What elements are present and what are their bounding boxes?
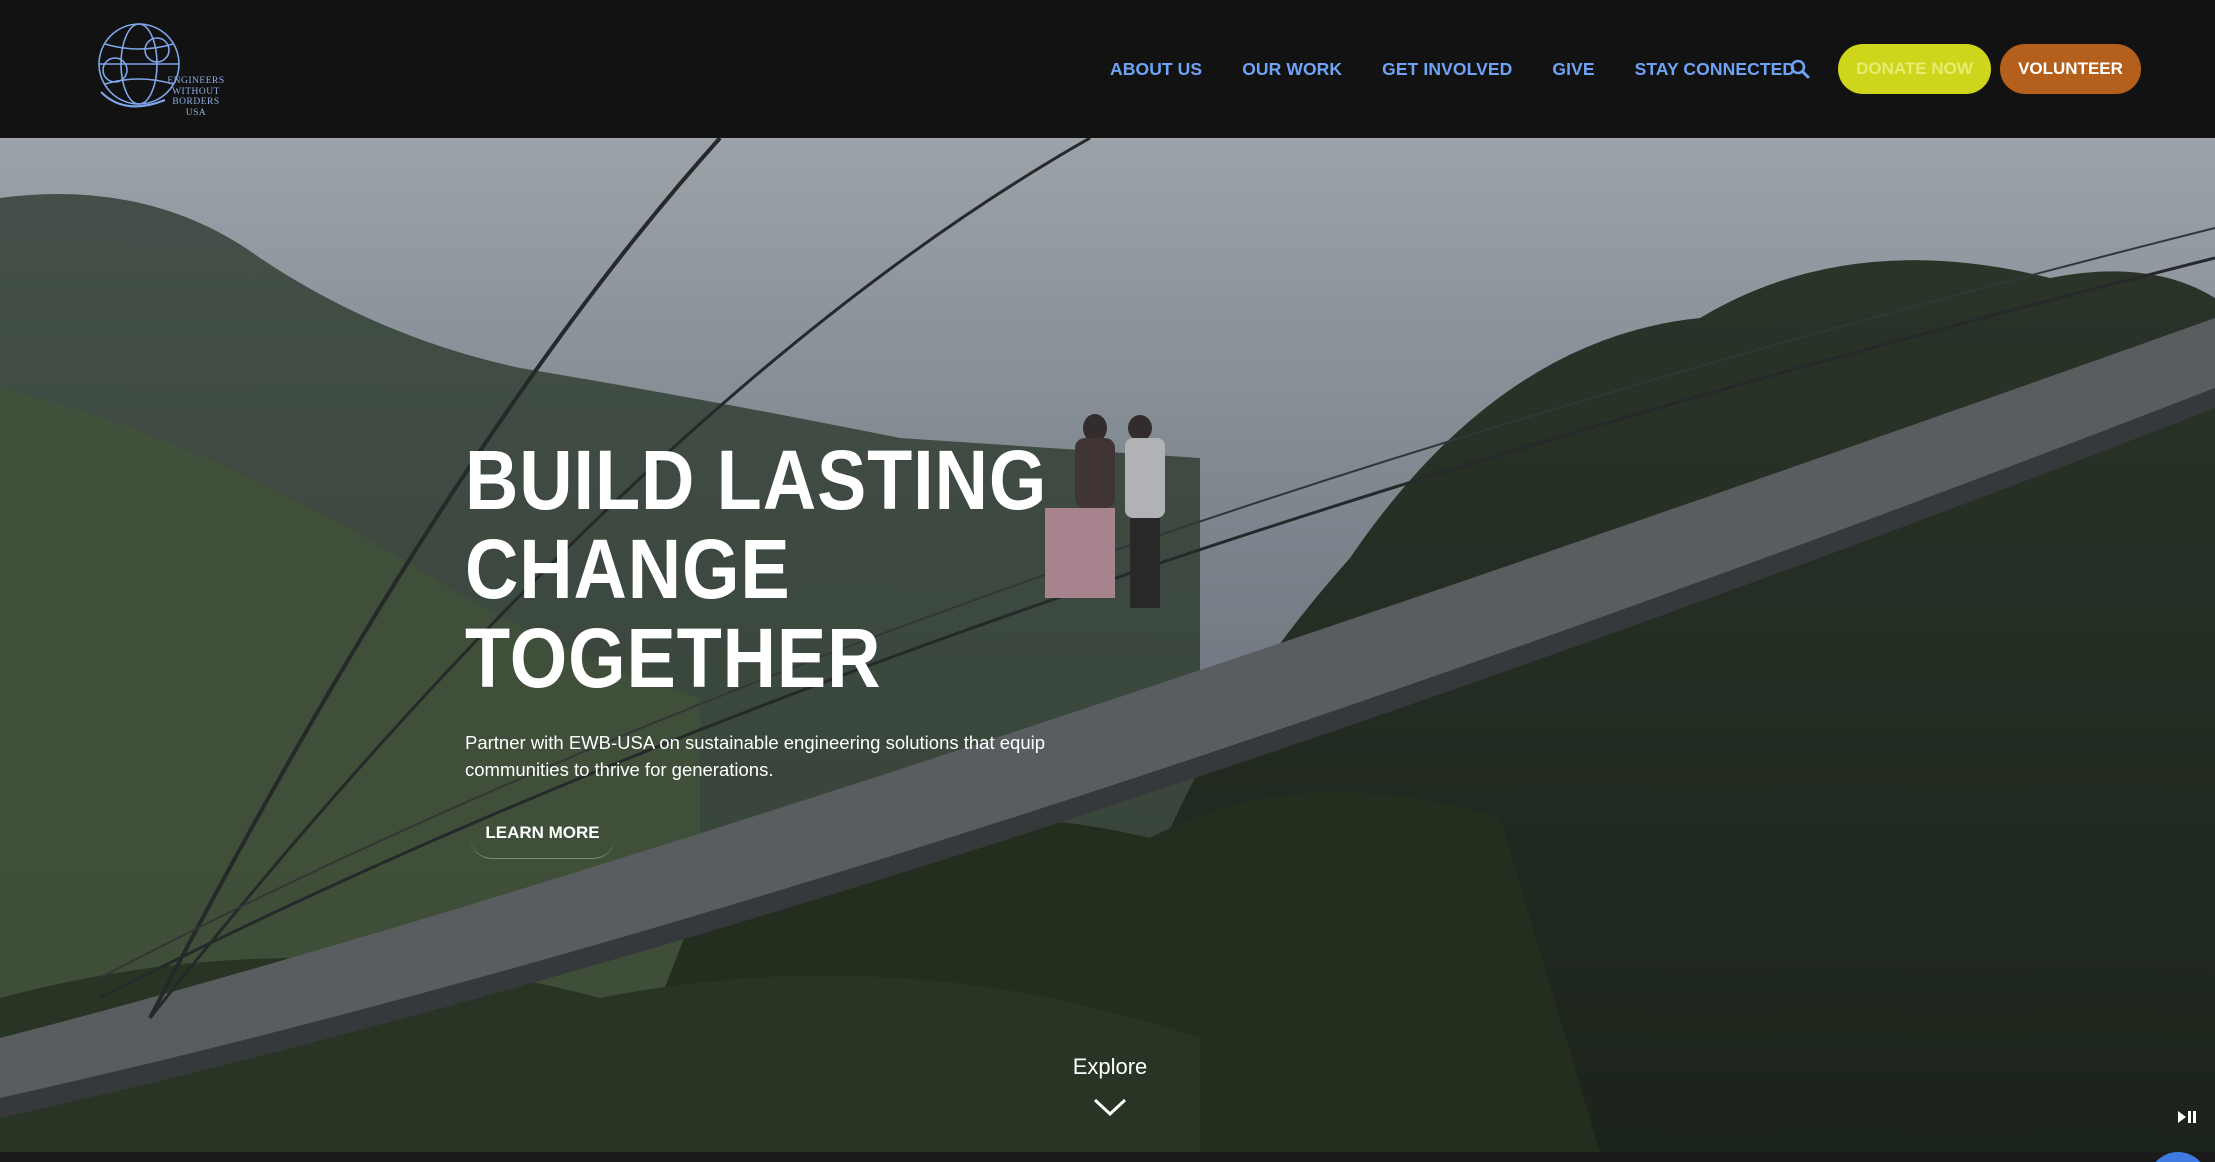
site-header: ENGINEERS WITHOUT BORDERS USA ABOUT US O… (0, 0, 2215, 138)
hero-title-line: CHANGE (465, 522, 791, 616)
search-icon[interactable] (1788, 57, 1812, 81)
play-pause-icon[interactable] (2176, 1108, 2198, 1126)
nav-stay-connected[interactable]: STAY CONNECTED (1635, 59, 1796, 80)
logo-line: WITHOUT (172, 86, 220, 97)
logo-line: BORDERS (172, 97, 220, 107)
hero-overlay (0, 138, 2215, 1152)
main-nav: ABOUT US OUR WORK GET INVOLVED GIVE STAY… (1110, 0, 1835, 138)
volunteer-button[interactable]: VOLUNTEER (2000, 44, 2141, 94)
nav-give[interactable]: GIVE (1552, 59, 1594, 80)
hero-title-line: TOGETHER (465, 611, 882, 705)
page-bottom-bar (0, 1152, 2215, 1162)
hero-section: BUILD LASTING CHANGE TOGETHER Partner wi… (0, 138, 2215, 1152)
hero-title: BUILD LASTING CHANGE TOGETHER (465, 436, 1081, 703)
nav-about-us[interactable]: ABOUT US (1110, 59, 1202, 80)
chevron-down-icon[interactable] (1092, 1096, 1128, 1118)
donate-now-button[interactable]: DONATE NOW (1838, 44, 1991, 94)
logo-line: ENGINEERS (167, 76, 225, 86)
hero-subtitle: Partner with EWB-USA on sustainable engi… (465, 732, 1046, 780)
nav-our-work[interactable]: OUR WORK (1242, 59, 1342, 80)
hero-title-line: BUILD LASTING (465, 433, 1048, 527)
logo-line: USA (185, 107, 207, 118)
explore-link[interactable]: Explore (1045, 1054, 1175, 1080)
logo-wordmark: ENGINEERS WITHOUT BORDERS USA (161, 76, 231, 118)
nav-get-involved[interactable]: GET INVOLVED (1382, 59, 1512, 80)
learn-more-button[interactable]: LEARN MORE (470, 815, 615, 859)
ewb-usa-logo[interactable]: ENGINEERS WITHOUT BORDERS USA (95, 20, 225, 120)
